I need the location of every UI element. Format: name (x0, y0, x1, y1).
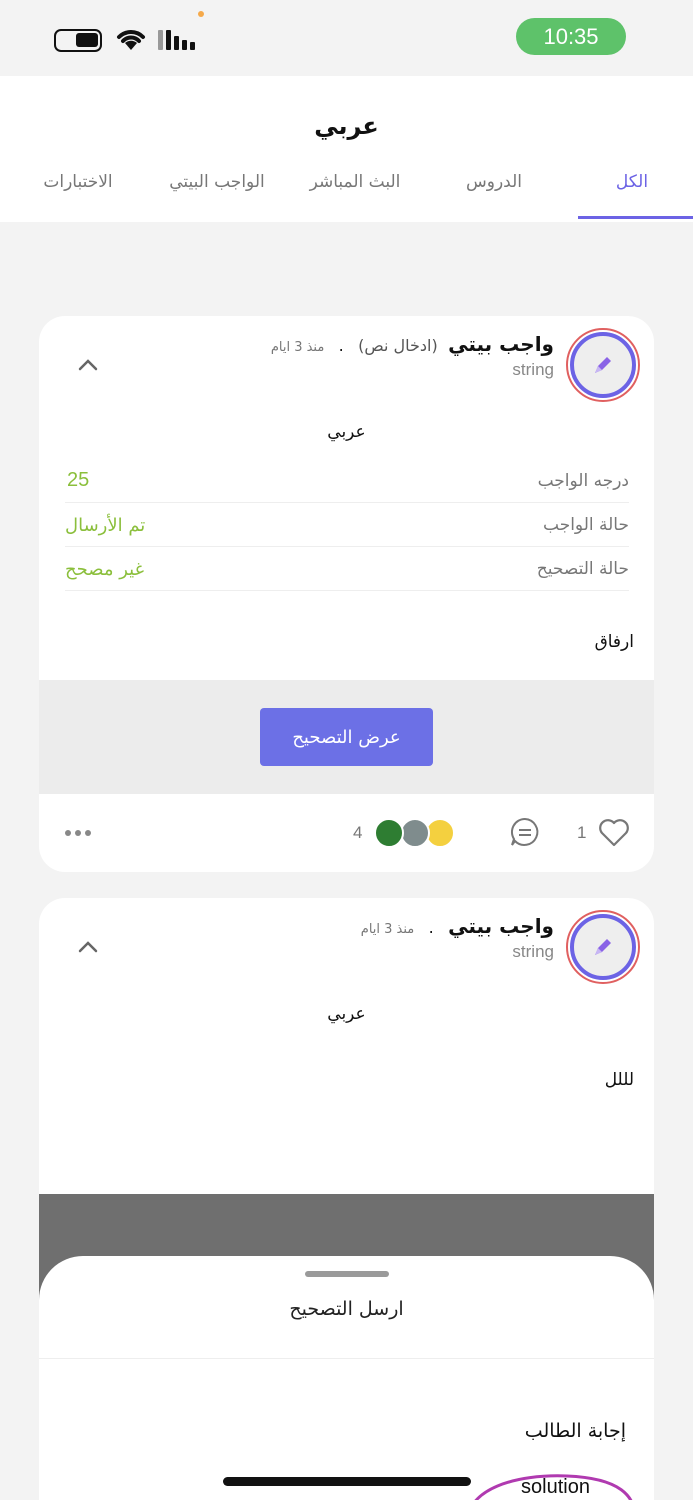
more-options-icon[interactable] (65, 830, 91, 836)
tab-lessons[interactable]: الدروس (440, 170, 548, 222)
tab-exams[interactable]: الاختبارات (20, 170, 136, 222)
detail-value: تم الأرسال (65, 515, 146, 536)
privacy-indicator-dot (198, 11, 204, 17)
post-type: (ادخال نص) (358, 336, 438, 355)
battery-icon (54, 29, 102, 52)
post-footer: 4 1 (39, 794, 654, 872)
detail-label: حالة الواجب (543, 515, 629, 535)
avatar[interactable] (566, 910, 640, 984)
tab-live[interactable]: البث المباشر (298, 170, 412, 222)
detail-value: غير مصحح (65, 559, 144, 580)
sheet-drag-handle[interactable] (305, 1271, 389, 1277)
detail-label: حالة التصحيح (536, 559, 629, 579)
active-tab-indicator (578, 216, 693, 219)
post-card: واجب بيتي . منذ 3 ايام string عربي لللل … (39, 898, 654, 1500)
post-title: واجب بيتي (448, 332, 554, 356)
view-correction-button[interactable]: عرض التصحيح (260, 708, 433, 766)
detail-row-grade: درجه الواجب 25 (65, 459, 629, 503)
heart-icon[interactable] (597, 816, 631, 848)
wifi-icon (117, 30, 145, 50)
post-card: واجب بيتي (ادخال نص) . منذ 3 ايام string… (39, 316, 654, 872)
post-subject: عربي (327, 422, 366, 442)
tab-bar: الكل الدروس البث المباشر الواجب البيتي ا… (0, 170, 693, 222)
post-title: واجب بيتي (448, 914, 554, 938)
home-indicator[interactable] (223, 1477, 471, 1486)
status-bar: 10:35 (0, 0, 693, 76)
tab-homework[interactable]: الواجب البيتي (152, 170, 282, 222)
sheet-title: ارسل التصحيح (289, 1298, 404, 1320)
action-area: عرض التصحيح (39, 680, 654, 794)
detail-row-correction: حالة التصحيح غير مصحح (65, 547, 629, 591)
post-separator: . (428, 918, 434, 937)
page-title: عربي (314, 112, 379, 140)
post-time: منذ 3 ايام (270, 340, 325, 355)
chevron-up-icon[interactable] (77, 938, 99, 954)
detail-value: 25 (67, 469, 90, 491)
viewer-avatar (400, 818, 430, 848)
post-subject: عربي (327, 1004, 366, 1024)
post-author: string (512, 360, 554, 379)
divider (39, 1358, 654, 1359)
pen-icon (595, 939, 611, 955)
page-header: عربي الكل الدروس البث المباشر الواجب الب… (0, 76, 693, 222)
viewer-avatar (374, 818, 404, 848)
post-header: واجب بيتي (ادخال نص) . منذ 3 ايام (271, 332, 554, 356)
attachment-label: ارفاق (594, 632, 634, 652)
viewers-count: 4 (353, 823, 363, 842)
post-author: string (512, 942, 554, 961)
detail-label: درجه الواجب (537, 471, 629, 491)
detail-row-status: حالة الواجب تم الأرسال (65, 503, 629, 547)
student-answer-value: solution (521, 1476, 590, 1498)
post-header: واجب بيتي . منذ 3 ايام (361, 914, 554, 938)
avatar[interactable] (566, 328, 640, 402)
post-body: لللل (604, 1070, 634, 1090)
likes-count: 1 (577, 823, 587, 842)
post-time: منذ 3 ايام (360, 922, 415, 937)
post-separator: . (338, 336, 344, 355)
status-time: 10:35 (516, 18, 626, 55)
student-answer-label: إجابة الطالب (524, 1420, 626, 1442)
bottom-sheet: ارسل التصحيح إجابة الطالب solution (39, 1256, 654, 1500)
signal-icon (158, 30, 195, 50)
chevron-up-icon[interactable] (77, 356, 99, 372)
comment-icon[interactable] (509, 816, 541, 848)
pen-icon (595, 357, 611, 373)
tab-all[interactable]: الكل (578, 170, 686, 222)
